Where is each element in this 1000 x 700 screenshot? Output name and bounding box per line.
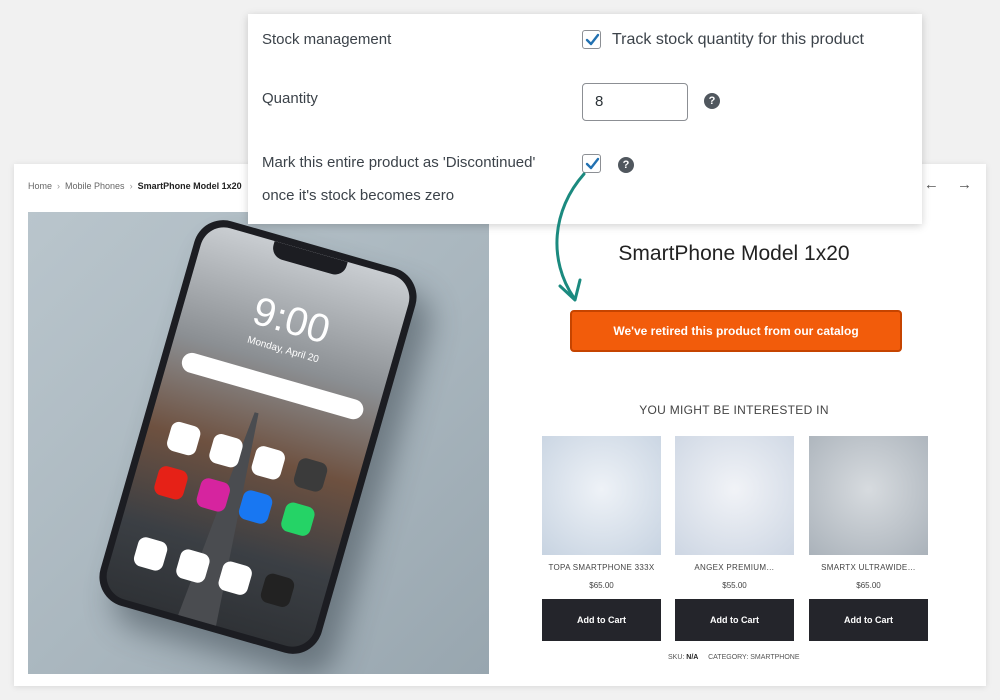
breadcrumb-home[interactable]: Home <box>28 181 52 191</box>
breadcrumb-separator: › <box>129 181 133 191</box>
related-product-name[interactable]: SMARTX ULTRAWIDE… <box>809 563 928 572</box>
sku-label: SKU: <box>668 654 685 661</box>
quantity-label: Quantity <box>262 90 318 107</box>
phone-call-icon <box>132 535 170 573</box>
next-product-arrow-icon[interactable]: → <box>957 176 972 193</box>
discontinued-label-line2: once it's stock becomes zero <box>262 187 455 204</box>
product-page: Home › Mobile Phones › SmartPhone Model 1x20… <box>14 164 986 686</box>
related-product-price: $65.00 <box>856 581 881 590</box>
related-product-card: ANGEX PREMIUM… $55.00 Add to Cart <box>675 436 794 641</box>
maps-icon <box>249 444 287 482</box>
related-product-name[interactable]: TOPA SMARTPHONE 333X <box>542 563 661 572</box>
settings-gear-icon <box>292 456 330 494</box>
related-product-image[interactable] <box>675 436 794 555</box>
breadcrumb-current: SmartPhone Model 1x20 <box>137 181 242 191</box>
quantity-input[interactable]: 8 <box>582 83 688 121</box>
facebook-icon <box>237 488 275 526</box>
related-product-card: TOPA SMARTPHONE 333X $65.00 Add to Cart <box>542 436 661 641</box>
instagram-icon <box>194 476 232 514</box>
breadcrumb: Home › Mobile Phones › SmartPhone Model 1x20 <box>28 181 242 191</box>
breadcrumb-mobile-phones[interactable]: Mobile Phones <box>65 181 125 191</box>
google-apps-icon <box>207 432 245 470</box>
related-product-card: SMARTX ULTRAWIDE… $65.00 Add to Cart <box>809 436 928 641</box>
discontinued-label-line1: Mark this entire product as 'Discontinue… <box>262 154 536 171</box>
phone-notch <box>270 241 348 278</box>
related-product-image[interactable] <box>809 436 928 555</box>
add-to-cart-button[interactable]: Add to Cart <box>675 599 794 641</box>
related-product-name[interactable]: ANGEX PREMIUM… <box>675 563 794 572</box>
stock-management-label: Stock management <box>262 31 392 48</box>
checkmark-icon <box>585 33 600 46</box>
phone-screen: 9:00 Monday, April 20 <box>100 221 416 653</box>
category-label: CATEGORY: <box>708 654 749 661</box>
annotation-arrow-icon <box>555 172 586 302</box>
related-product-price: $65.00 <box>589 581 614 590</box>
breadcrumb-separator: › <box>57 181 61 191</box>
add-to-cart-button[interactable]: Add to Cart <box>542 599 661 641</box>
category-link[interactable]: SMARTPHONE <box>750 654 799 661</box>
previous-product-arrow-icon[interactable]: ← <box>924 176 939 193</box>
add-to-cart-button[interactable]: Add to Cart <box>809 599 928 641</box>
related-product-image[interactable] <box>542 436 661 555</box>
related-product-price: $55.00 <box>722 581 747 590</box>
retired-product-notice: We've retired this product from our cata… <box>570 310 902 352</box>
product-meta: SKU: N/A CATEGORY: SMARTPHONE <box>668 654 800 661</box>
related-products-heading: YOU MIGHT BE INTERESTED IN <box>639 403 829 417</box>
play-store-icon <box>165 420 203 458</box>
whatsapp-icon <box>279 500 317 538</box>
sku-value: N/A <box>686 654 699 661</box>
product-image: 9:00 Monday, April 20 <box>28 212 489 674</box>
track-stock-label[interactable]: Track stock quantity for this product <box>612 31 864 49</box>
youtube-icon <box>152 464 190 502</box>
camera-icon <box>258 571 297 609</box>
discontinued-help-icon[interactable]: ? <box>618 157 634 173</box>
smartphone-illustration: 9:00 Monday, April 20 <box>92 213 424 661</box>
quantity-help-icon[interactable]: ? <box>704 93 720 109</box>
track-stock-checkbox[interactable] <box>582 30 601 49</box>
